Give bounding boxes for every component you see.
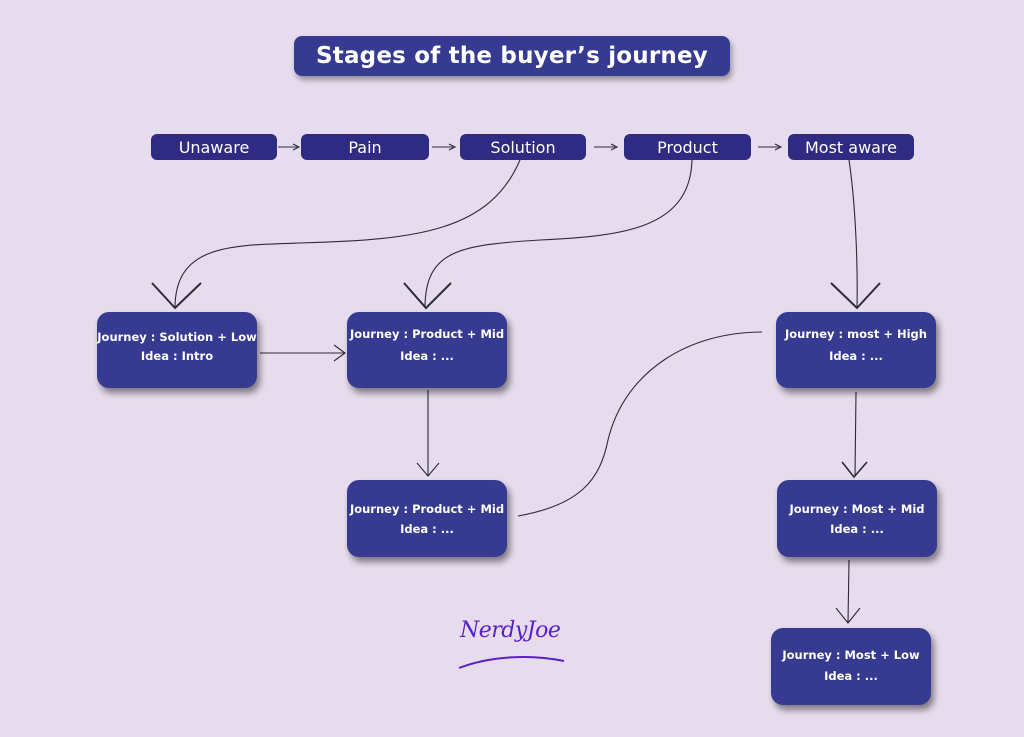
connector-card4-card5 (854, 391, 857, 477)
card-journey: Journey : Most + Low (782, 648, 920, 662)
stage-arrow-product-mostaware (758, 143, 783, 151)
stage-arrow-solution-product (594, 143, 619, 151)
stage-arrow-pain-solution (432, 143, 457, 151)
arrowhead-card2 (403, 282, 452, 310)
journey-card: Journey : Product + Mid Idea : ... (347, 312, 507, 388)
card-journey: Journey : Solution + Low (97, 330, 257, 344)
stage-product: Product (624, 134, 751, 160)
connector-solution-card1 (174, 159, 521, 309)
connector-card3-card4 (517, 331, 763, 517)
connector-card5-card6 (847, 559, 850, 624)
stage-unaware: Unaware (151, 134, 277, 160)
connector-product-card2 (424, 159, 693, 309)
journey-card: Journey : most + High Idea : ... (776, 312, 936, 388)
stage-most-aware: Most aware (788, 134, 914, 160)
page-title: Stages of the buyer’s journey (294, 36, 730, 76)
card-idea: Idea : ... (830, 522, 884, 536)
card-journey: Journey : most + High (785, 327, 927, 341)
stage-solution: Solution (460, 134, 586, 160)
card-idea: Idea : ... (829, 349, 883, 363)
journey-card: Journey : Product + Mid Idea : ... (347, 480, 507, 557)
card-idea: Idea : ... (400, 349, 454, 363)
card-journey: Journey : Most + Mid (789, 502, 925, 516)
stage-pain: Pain (301, 134, 429, 160)
card-idea: Idea : Intro (140, 349, 214, 363)
connector-mostaware-card4 (848, 159, 858, 309)
logo-underline (458, 655, 565, 669)
arrowhead-card1 (151, 282, 202, 310)
card-journey: Journey : Product + Mid (349, 502, 505, 516)
card-idea: Idea : ... (400, 522, 454, 536)
card-idea: Idea : ... (824, 669, 878, 683)
stage-arrow-unaware-pain (278, 143, 301, 151)
journey-card: Journey : Most + Low Idea : ... (771, 628, 931, 705)
journey-card: Journey : Solution + Low Idea : Intro (97, 312, 257, 388)
arrowhead-card4 (830, 282, 881, 310)
nerdyjoe-logo: NerdyJoe (460, 618, 561, 643)
journey-card: Journey : Most + Mid Idea : ... (777, 480, 937, 557)
card-journey: Journey : Product + Mid (349, 327, 505, 341)
